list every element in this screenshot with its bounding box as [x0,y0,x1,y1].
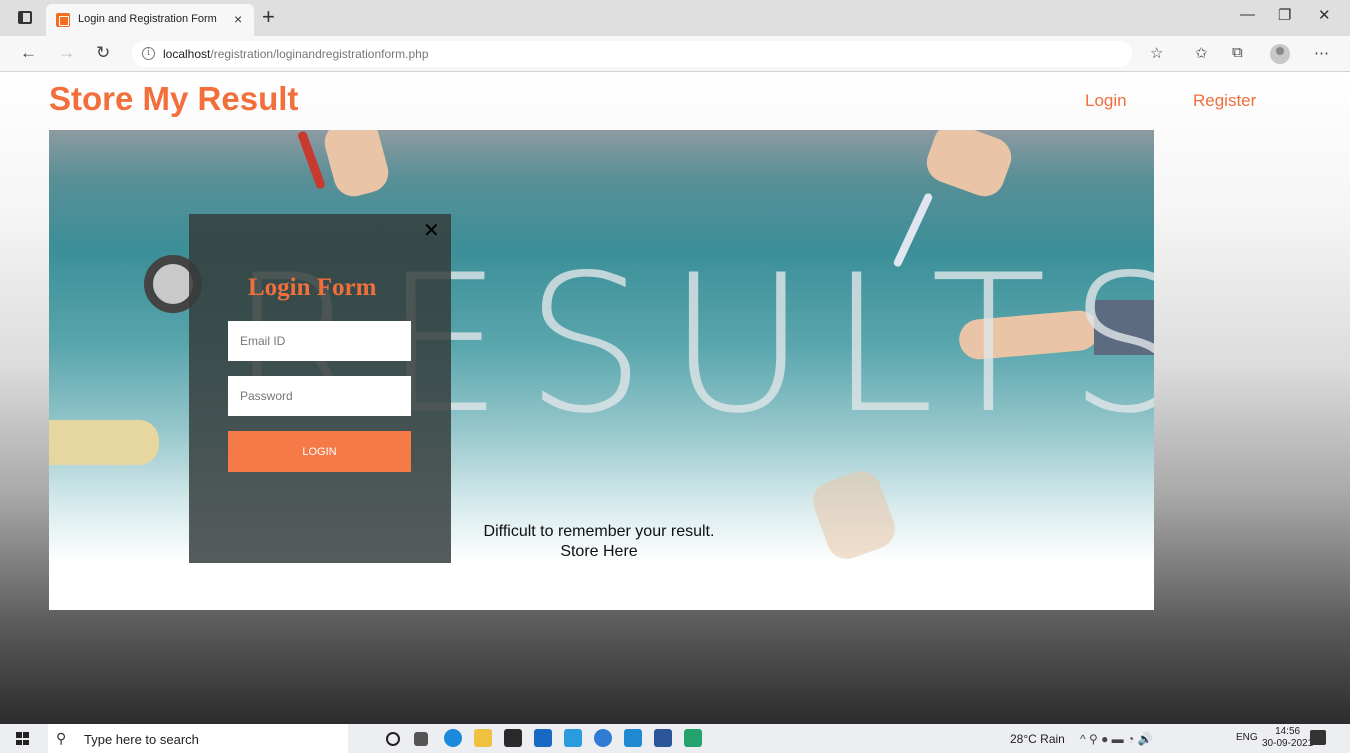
system-tray-icons[interactable]: ^ ⚲ ● ▬ ◔ 🔊 [1080,732,1153,746]
password-input[interactable] [228,376,411,416]
url-path: /registration/loginandregistrationform.p… [210,47,429,61]
tab-title: Login and Registration Form [78,13,217,25]
nav-login-link[interactable]: Login [1085,91,1127,111]
url-field[interactable]: i localhost/registration/loginandregistr… [132,41,1132,67]
app-icon[interactable] [564,729,582,747]
nav-register-link[interactable]: Register [1193,91,1256,111]
taskbar-clock[interactable]: 14:56 30-09-2021 [1262,726,1313,750]
login-modal: ✕ Login Form LOGIN [189,214,451,563]
language-indicator[interactable]: ENG [1236,732,1258,743]
collections-icon[interactable]: ⧉ [1232,44,1243,61]
site-brand[interactable]: Store My Result [49,80,298,118]
caption-line-2: Store Here [560,543,638,560]
site-favicon-icon [56,13,70,27]
weather-widget[interactable]: 28°C Rain [1010,732,1065,746]
url-host: localhost [163,47,211,61]
login-button[interactable]: LOGIN [228,431,411,472]
browser-address-bar: ← → ↻ i localhost/registration/loginandr… [0,36,1350,72]
mail-icon[interactable] [534,729,552,747]
caption-line-1: Difficult to remember your result. [483,523,715,540]
maximize-button[interactable]: ❐ [1278,6,1291,24]
notification-center-icon[interactable] [1310,730,1326,745]
cortana-icon[interactable] [386,732,400,746]
hand-image-top [320,130,393,201]
tab-close-icon[interactable]: × [234,11,242,27]
red-pen-image [297,130,326,190]
clock-date: 30-09-2021 [1262,738,1314,749]
hand-image-pointing [807,465,901,565]
close-window-button[interactable]: ✕ [1318,6,1331,24]
minimize-button[interactable]: — [1240,6,1255,23]
store-icon[interactable] [504,729,522,747]
search-icon: ⚲ [56,730,67,746]
vscode-icon[interactable] [624,729,642,747]
email-input[interactable] [228,321,411,361]
site-info-icon[interactable]: i [142,47,155,60]
tab-actions-icon[interactable] [18,11,32,24]
taskbar-search-placeholder: Type here to search [84,732,199,747]
web-page: Store My Result Login Register RESULTS D… [0,72,1350,724]
back-button[interactable]: ← [20,43,37,63]
windows-taskbar: ⚲ Type here to search 28°C Rain ^ ⚲ ● ▬ … [0,724,1350,753]
modal-close-icon[interactable]: ✕ [423,218,440,243]
browser-tab[interactable]: Login and Registration Form × [46,4,254,36]
hand-image-top-right [921,130,1017,202]
favorites-list-icon[interactable]: ✩ [1195,44,1208,62]
login-form-title: Login Form [248,274,377,301]
favorite-icon[interactable]: ☆ [1150,44,1163,62]
forward-button[interactable]: → [58,43,75,63]
hand-image-left [49,420,159,465]
xampp-icon[interactable] [594,729,612,747]
edge-browser-icon[interactable] [444,729,462,747]
browser-tab-bar: Login and Registration Form × + — ❐ ✕ [0,0,1350,36]
refresh-button[interactable]: ↻ [96,43,110,63]
whatsapp-icon[interactable] [684,729,702,747]
hero-caption: Difficult to remember your result. Store… [449,522,749,562]
windows-start-icon[interactable] [16,732,29,745]
task-view-icon[interactable] [414,732,428,746]
new-tab-button[interactable]: + [262,4,275,30]
profile-avatar-icon[interactable] [1270,44,1290,64]
file-explorer-icon[interactable] [474,729,492,747]
more-menu-icon[interactable]: ⋯ [1314,44,1329,62]
url-text: localhost/registration/loginandregistrat… [163,47,429,61]
clock-time: 14:56 [1275,726,1301,737]
word-icon[interactable] [654,729,672,747]
taskbar-search-box[interactable]: ⚲ Type here to search [48,724,348,753]
